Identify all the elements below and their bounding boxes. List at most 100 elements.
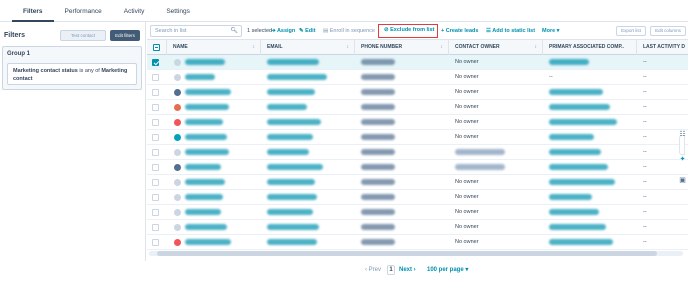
column-header-last-activity[interactable]: LAST ACTIVITY D: [637, 40, 688, 55]
scrollbar-thumb[interactable]: [157, 251, 657, 256]
associated-company-redacted[interactable]: [549, 224, 606, 230]
email-redacted[interactable]: [267, 164, 323, 170]
contact-owner[interactable]: No owner: [455, 175, 479, 190]
contact-owner[interactable]: No owner: [455, 130, 479, 145]
associated-company-redacted[interactable]: [549, 209, 599, 215]
page-number-current[interactable]: 1: [387, 265, 395, 275]
email-redacted[interactable]: [267, 134, 313, 140]
table-row[interactable]: No owner --: [147, 190, 688, 205]
row-checkbox[interactable]: [152, 179, 159, 186]
tab-performance[interactable]: Performance: [54, 0, 113, 22]
per-page-dropdown[interactable]: 100 per page ▾: [427, 266, 468, 274]
chat-icon[interactable]: ☷: [678, 130, 687, 139]
table-row[interactable]: No owner --: [147, 175, 688, 190]
email-redacted[interactable]: [267, 179, 315, 185]
contact-name-redacted[interactable]: [185, 224, 227, 230]
contact-name-redacted[interactable]: [185, 194, 223, 200]
row-checkbox[interactable]: [152, 74, 159, 81]
contact-name-redacted[interactable]: [185, 164, 221, 170]
contact-name-redacted[interactable]: [185, 239, 231, 245]
email-redacted[interactable]: [267, 89, 315, 95]
email-redacted[interactable]: [267, 209, 313, 215]
row-checkbox[interactable]: [152, 119, 159, 126]
test-contact-button[interactable]: Test contact: [60, 30, 106, 41]
exclude-from-list-button[interactable]: ⊘ Exclude from list: [378, 24, 438, 38]
row-checkbox[interactable]: [152, 164, 159, 171]
contact-name-redacted[interactable]: [185, 104, 229, 110]
email-redacted[interactable]: [267, 59, 319, 65]
table-row[interactable]: No owner --: [147, 130, 688, 145]
header-select-all[interactable]: [147, 40, 167, 55]
edit-filters-button[interactable]: Edit filters: [110, 30, 140, 41]
contact-name-redacted[interactable]: [185, 119, 223, 125]
sparkle-icon[interactable]: ✦: [678, 155, 687, 164]
email-redacted[interactable]: [267, 74, 327, 80]
row-checkbox[interactable]: [152, 104, 159, 111]
row-checkbox[interactable]: [152, 239, 159, 246]
table-row[interactable]: No owner --: [147, 115, 688, 130]
create-leads-button[interactable]: + Create leads: [441, 27, 478, 35]
contact-name-redacted[interactable]: [185, 89, 231, 95]
associated-company-redacted[interactable]: [549, 149, 601, 155]
table-row[interactable]: --: [147, 145, 688, 160]
contact-owner[interactable]: No owner: [455, 190, 479, 205]
contact-owner[interactable]: No owner: [455, 70, 479, 85]
associated-company-redacted[interactable]: [549, 164, 608, 170]
row-checkbox[interactable]: [152, 209, 159, 216]
sort-icon[interactable]: ↕: [253, 40, 256, 55]
row-checkbox[interactable]: [152, 89, 159, 96]
contact-owner[interactable]: No owner: [455, 235, 479, 250]
row-checkbox[interactable]: [152, 134, 159, 141]
tab-filters[interactable]: Filters: [12, 0, 54, 22]
assign-button[interactable]: ➔ Assign: [271, 27, 295, 35]
column-header-name[interactable]: NAME ↕: [167, 40, 261, 55]
row-checkbox[interactable]: [152, 149, 159, 156]
table-row[interactable]: No owner --: [147, 220, 688, 235]
edit-button[interactable]: ✎ Edit: [299, 27, 316, 35]
associated-company-redacted[interactable]: [549, 239, 613, 245]
associated-company-redacted[interactable]: [549, 59, 589, 65]
contact-owner[interactable]: No owner: [455, 85, 479, 100]
table-row[interactable]: --: [147, 160, 688, 175]
email-redacted[interactable]: [267, 239, 317, 245]
sort-icon[interactable]: ↕: [535, 40, 538, 55]
contact-owner[interactable]: No owner: [455, 100, 479, 115]
export-list-button[interactable]: Export list: [616, 26, 646, 36]
table-row[interactable]: No owner --: [147, 235, 688, 250]
table-row[interactable]: No owner --: [147, 205, 688, 220]
more-dropdown[interactable]: More ▾: [542, 27, 559, 35]
table-row[interactable]: No owner --: [147, 100, 688, 115]
associated-company-redacted[interactable]: [549, 119, 617, 125]
associated-company-redacted[interactable]: [549, 134, 594, 140]
sort-icon[interactable]: ↕: [347, 40, 350, 55]
edit-columns-button[interactable]: Edit columns: [650, 26, 686, 36]
associated-company-redacted[interactable]: [549, 104, 610, 110]
email-redacted[interactable]: [267, 119, 321, 125]
contact-name-redacted[interactable]: [185, 149, 229, 155]
column-header-phone[interactable]: PHONE NUMBER ↕: [355, 40, 449, 55]
email-redacted[interactable]: [267, 104, 307, 110]
prev-page-button[interactable]: ‹ Prev: [365, 266, 381, 274]
table-row[interactable]: No owner --: [147, 85, 688, 100]
contact-owner-redacted[interactable]: [455, 149, 505, 155]
tab-activity[interactable]: Activity: [113, 0, 156, 22]
contact-name-redacted[interactable]: [185, 179, 225, 185]
email-redacted[interactable]: [267, 149, 309, 155]
contact-owner[interactable]: No owner: [455, 220, 479, 235]
associated-company-redacted[interactable]: [549, 194, 592, 200]
contact-name-redacted[interactable]: [185, 59, 225, 65]
contact-owner[interactable]: No owner: [455, 205, 479, 220]
contact-name-redacted[interactable]: [185, 74, 215, 80]
next-page-button[interactable]: Next ›: [399, 266, 416, 274]
contact-owner[interactable]: No owner: [455, 115, 479, 130]
contact-name-redacted[interactable]: [185, 209, 221, 215]
associated-company-redacted[interactable]: [549, 179, 615, 185]
row-checkbox[interactable]: [152, 224, 159, 231]
associated-company-redacted[interactable]: [549, 89, 603, 95]
contact-owner-redacted[interactable]: [455, 164, 505, 170]
contact-name-redacted[interactable]: [185, 134, 227, 140]
column-header-owner[interactable]: CONTACT OWNER ↕: [449, 40, 543, 55]
search-icon[interactable]: 🔍︎: [230, 26, 238, 36]
comment-icon[interactable]: ▣: [678, 176, 687, 185]
horizontal-scrollbar[interactable]: [149, 251, 683, 256]
